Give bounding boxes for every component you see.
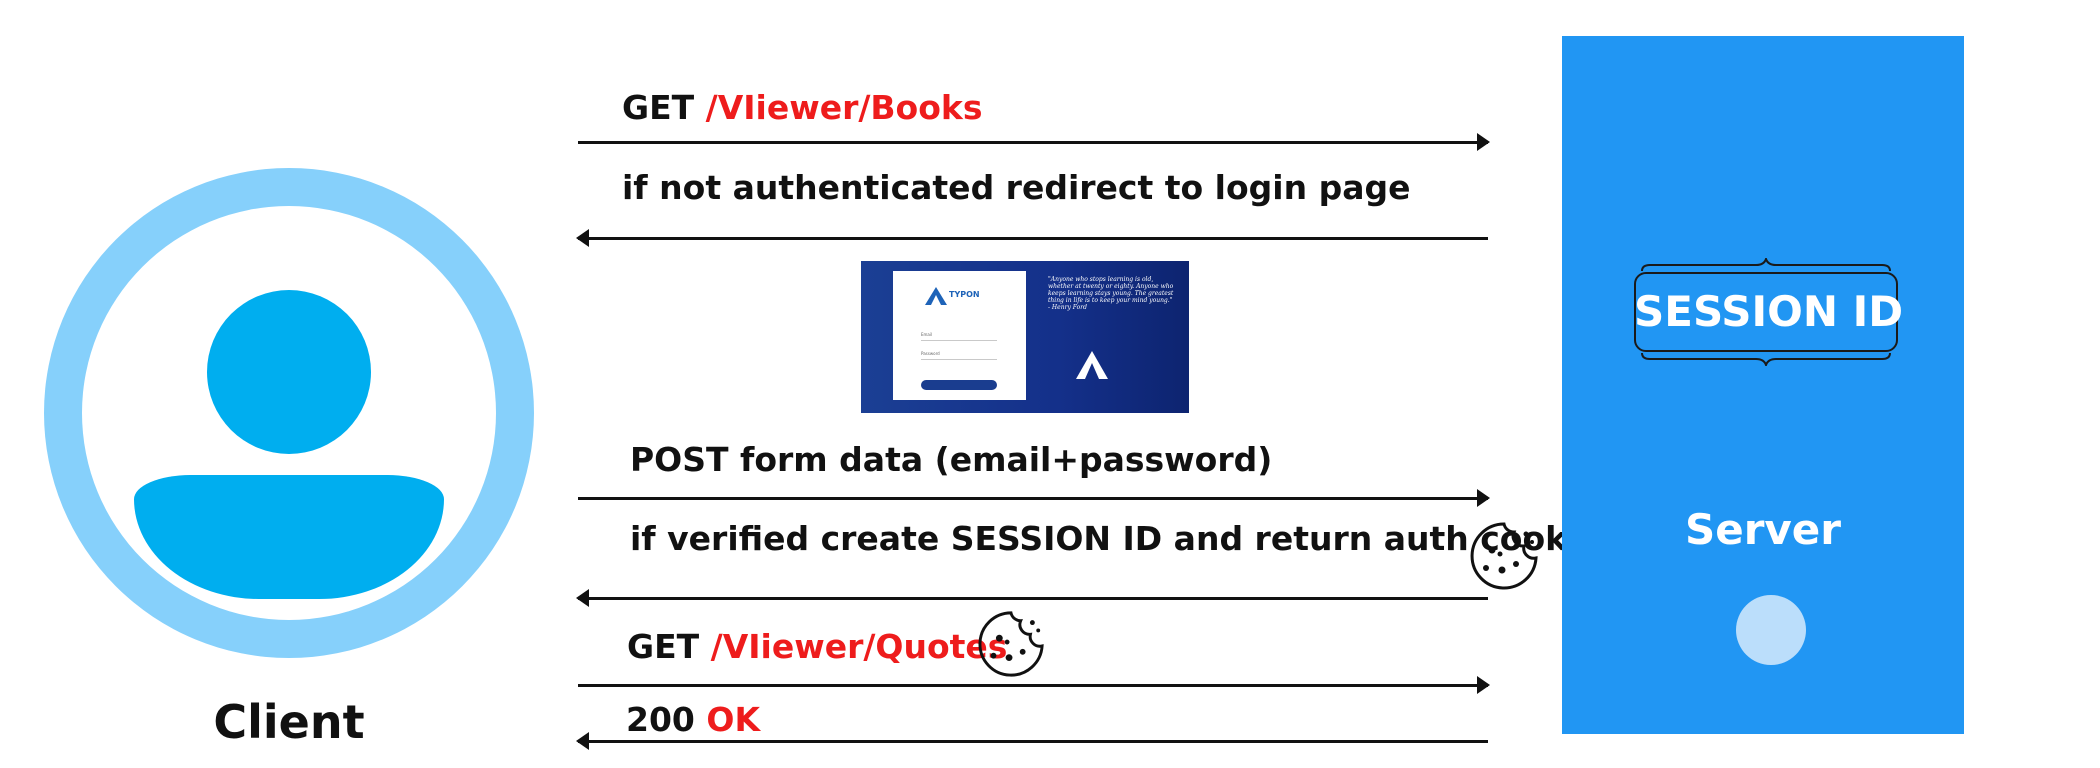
login-form-card: TYPON Email Password — [893, 271, 1026, 400]
client-avatar-head-icon — [207, 290, 371, 454]
arrow-client-to-server — [578, 133, 1490, 151]
response-200-ok: 200 OK — [626, 700, 760, 739]
login-submit-button — [921, 380, 997, 390]
response-status: OK — [706, 700, 761, 739]
login-brand: TYPON — [949, 290, 980, 299]
login-password-label: Password — [921, 351, 940, 356]
login-quote: "Anyone who stops learning is old, wheth… — [1048, 276, 1174, 311]
session-id-label: SESSION ID — [1634, 287, 1904, 336]
cookie-icon — [1470, 522, 1538, 590]
brace-bottom-icon — [1641, 352, 1891, 366]
post-form-message: POST form data (email+password) — [630, 440, 1273, 479]
arrow-server-to-client — [576, 732, 1488, 750]
client-label: Client — [213, 695, 365, 749]
request-path: /VIiewer/Books — [705, 88, 983, 127]
request-method: GET — [622, 88, 695, 127]
arrow-server-to-client — [576, 229, 1488, 247]
arrow-client-to-server — [578, 676, 1490, 694]
brace-top-icon — [1641, 258, 1891, 272]
login-email-field — [921, 340, 997, 341]
request-method: GET — [627, 627, 700, 666]
redirect-message: if not authenticated redirect to login p… — [622, 168, 1411, 207]
atypon-logo-large-icon — [1076, 351, 1108, 379]
arrow-server-to-client — [576, 589, 1488, 607]
verified-message: if verified create SESSION ID and return… — [630, 519, 1601, 558]
response-code: 200 — [626, 700, 695, 739]
server-status-dot — [1736, 595, 1806, 665]
atypon-logo-icon — [925, 287, 947, 305]
request-get-quotes: GET /VIiewer/Quotes — [627, 627, 1007, 666]
request-get-books: GET /VIiewer/Books — [622, 88, 982, 127]
login-password-field — [921, 359, 997, 360]
cookie-icon — [978, 611, 1044, 677]
server-label: Server — [1684, 505, 1842, 554]
arrow-client-to-server — [578, 489, 1490, 507]
request-path: /VIiewer/Quotes — [710, 627, 1008, 666]
login-email-label: Email — [921, 332, 933, 337]
login-page-screenshot: TYPON Email Password "Anyone who stops l… — [861, 261, 1189, 413]
